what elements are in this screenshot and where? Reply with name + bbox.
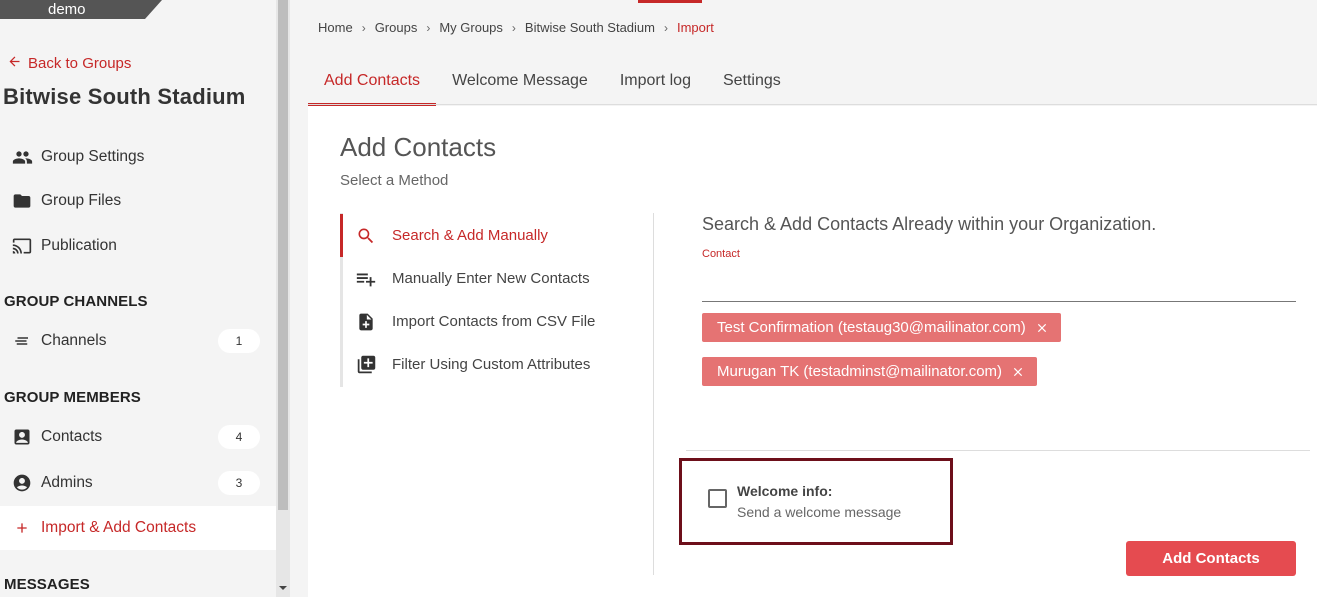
method-search-add-manually[interactable]: Search & Add Manually xyxy=(340,214,640,257)
sidebar-item-label: Contacts xyxy=(41,428,103,445)
channels-icon xyxy=(11,330,33,352)
breadcrumb: Home › Groups › My Groups › Bitwise Sout… xyxy=(318,20,714,35)
selected-contact-chip: Test Confirmation (testaug30@mailinator.… xyxy=(702,313,1061,342)
welcome-info-highlight: Welcome info: Send a welcome message xyxy=(679,458,953,545)
scrollbar-thumb[interactable] xyxy=(278,0,288,510)
sidebar-item-label: Import & Add Contacts xyxy=(41,519,197,536)
group-channels-heading: GROUP CHANNELS xyxy=(4,293,148,310)
breadcrumb-current: Import xyxy=(676,20,714,35)
top-accent-line xyxy=(638,0,702,3)
sidebar-item-import-add-contacts[interactable]: Import & Add Contacts xyxy=(0,506,276,550)
group-title: Bitwise South Stadium xyxy=(3,84,246,109)
sidebar-item-admins[interactable]: Admins 3 xyxy=(0,461,276,505)
add-contacts-button[interactable]: Add Contacts xyxy=(1126,541,1296,576)
sidebar-item-group-settings[interactable]: Group Settings xyxy=(0,135,276,179)
environment-tab: demo xyxy=(0,0,162,19)
panel-title: Add Contacts xyxy=(340,132,497,162)
admins-count-badge: 3 xyxy=(218,471,260,495)
sidebar: demo Back to Groups Bitwise South Stadiu… xyxy=(0,0,276,597)
scroll-down-arrow-icon[interactable] xyxy=(279,586,287,590)
welcome-info-subtitle: Send a welcome message xyxy=(737,504,902,520)
method-filter-custom-attributes[interactable]: Filter Using Custom Attributes xyxy=(340,343,640,386)
tab-import-log[interactable]: Import log xyxy=(604,64,707,106)
tab-bar: Add Contacts Welcome Message Import log … xyxy=(308,64,797,106)
sidebar-item-label: Group Settings xyxy=(41,148,145,165)
tabs-divider xyxy=(308,104,1317,105)
tab-settings[interactable]: Settings xyxy=(707,64,797,106)
welcome-message-checkbox[interactable] xyxy=(708,489,727,508)
contacts-count-badge: 4 xyxy=(218,425,260,449)
back-to-groups-link[interactable]: Back to Groups xyxy=(7,54,131,73)
tab-welcome-message[interactable]: Welcome Message xyxy=(436,64,604,106)
arrow-left-icon xyxy=(7,54,22,73)
sidebar-item-label: Group Files xyxy=(41,192,122,209)
method-import-csv[interactable]: Import Contacts from CSV File xyxy=(340,300,640,343)
channels-count-badge: 1 xyxy=(218,329,260,353)
chevron-right-icon: › xyxy=(361,20,366,35)
sidebar-item-publication[interactable]: Publication xyxy=(0,224,276,268)
main-content: Home › Groups › My Groups › Bitwise Sout… xyxy=(290,0,1317,597)
sidebar-item-contacts[interactable]: Contacts 4 xyxy=(0,415,276,459)
breadcrumb-groups[interactable]: Groups xyxy=(375,20,418,35)
environment-label: demo xyxy=(48,1,86,18)
sidebar-item-label: Publication xyxy=(41,237,117,254)
sidebar-item-channels[interactable]: Channels 1 xyxy=(0,319,276,363)
file-add-icon xyxy=(354,310,378,334)
contact-search-input[interactable] xyxy=(702,262,1296,302)
chip-label: Test Confirmation (testaug30@mailinator.… xyxy=(717,319,1026,336)
add-contacts-panel: Add Contacts Select a Method Search & Ad… xyxy=(308,106,1317,597)
section-divider xyxy=(686,450,1310,451)
plus-icon xyxy=(11,517,33,539)
playlist-add-icon xyxy=(354,267,378,291)
breadcrumb-group[interactable]: Bitwise South Stadium xyxy=(525,20,655,35)
method-list: Search & Add Manually Manually Enter New… xyxy=(340,213,654,575)
library-add-icon xyxy=(354,353,378,377)
folder-icon xyxy=(11,190,33,212)
method-label: Search & Add Manually xyxy=(392,227,548,244)
method-label: Filter Using Custom Attributes xyxy=(392,356,591,373)
selected-contact-chip: Murugan TK (testadminst@mailinator.com) xyxy=(702,357,1038,386)
breadcrumb-my-groups[interactable]: My Groups xyxy=(439,20,503,35)
method-label: Manually Enter New Contacts xyxy=(392,270,590,287)
welcome-info-title: Welcome info: xyxy=(737,483,833,499)
chevron-right-icon: › xyxy=(511,20,516,35)
breadcrumb-home[interactable]: Home xyxy=(318,20,353,35)
account-circle-icon xyxy=(11,472,33,494)
back-to-groups-label: Back to Groups xyxy=(28,55,132,72)
people-icon xyxy=(11,146,33,168)
contact-card-icon xyxy=(11,426,33,448)
close-icon[interactable] xyxy=(1011,365,1025,379)
tab-add-contacts[interactable]: Add Contacts xyxy=(308,64,437,106)
chevron-right-icon: › xyxy=(426,20,431,35)
chip-label: Murugan TK (testadminst@mailinator.com) xyxy=(717,363,1003,380)
panel-subtitle: Select a Method xyxy=(340,172,449,189)
cast-icon xyxy=(11,235,33,257)
method-label: Import Contacts from CSV File xyxy=(392,313,596,330)
close-icon[interactable] xyxy=(1035,321,1049,335)
sidebar-scrollbar[interactable] xyxy=(276,0,290,597)
sidebar-item-label: Channels xyxy=(41,332,107,349)
search-icon xyxy=(354,224,378,248)
sidebar-item-label: Admins xyxy=(41,474,93,491)
contact-field-label: Contact xyxy=(702,248,740,260)
chevron-right-icon: › xyxy=(663,20,668,35)
search-section-title: Search & Add Contacts Already within you… xyxy=(702,214,1157,234)
messages-heading: MESSAGES xyxy=(4,576,90,593)
method-manually-enter-new-contacts[interactable]: Manually Enter New Contacts xyxy=(340,257,640,300)
sidebar-item-group-files[interactable]: Group Files xyxy=(0,179,276,223)
group-members-heading: GROUP MEMBERS xyxy=(4,389,141,406)
